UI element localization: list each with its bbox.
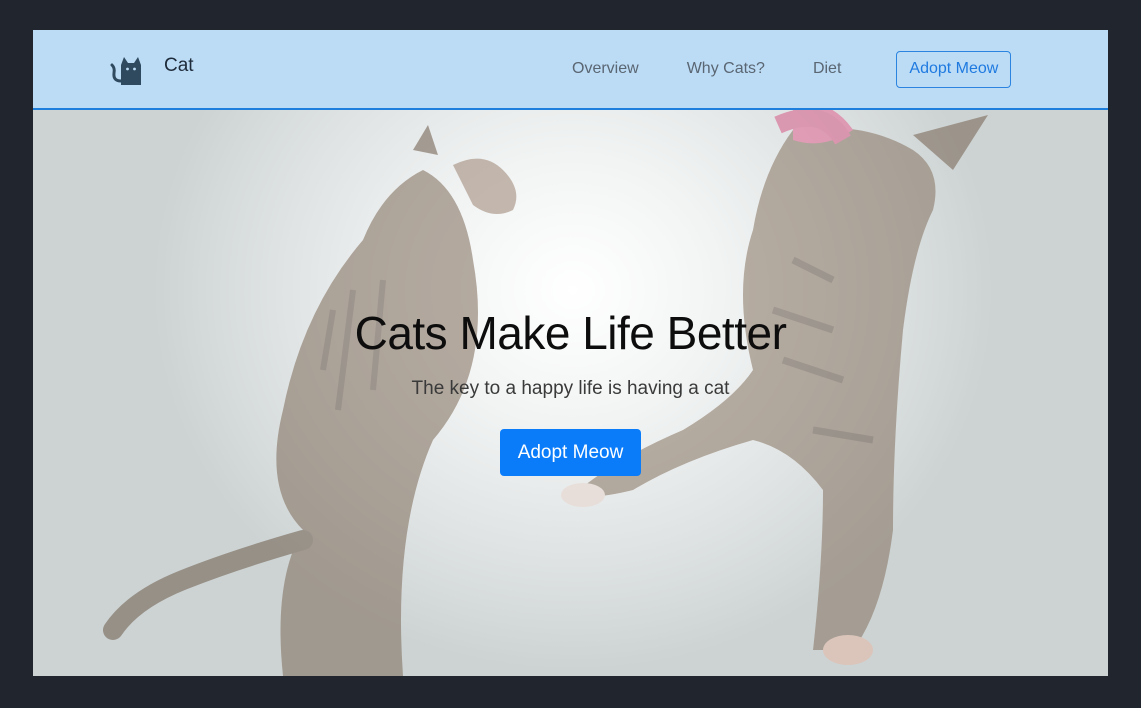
hero-subtitle: The key to a happy life is having a cat [411, 378, 730, 399]
brand[interactable]: Cat [109, 51, 194, 89]
hero-adopt-button[interactable]: Adopt Meow [500, 429, 641, 476]
hero-section: Cats Make Life Better The key to a happy… [33, 110, 1108, 676]
page-frame: Cat Overview Why Cats? Diet Adopt Meow C… [33, 30, 1108, 676]
brand-name: Cat [164, 55, 194, 76]
nav-adopt-button[interactable]: Adopt Meow [896, 50, 1012, 88]
cat-silhouette-icon [110, 57, 141, 85]
nav-link-why-cats[interactable]: Why Cats? [687, 60, 765, 78]
nav-link-diet[interactable]: Diet [813, 60, 841, 78]
nav-link-overview[interactable]: Overview [572, 60, 639, 78]
navbar: Cat Overview Why Cats? Diet Adopt Meow [33, 30, 1108, 110]
hero-title: Cats Make Life Better [354, 307, 787, 359]
nav-links: Overview Why Cats? Diet Adopt Meow [572, 30, 1012, 108]
